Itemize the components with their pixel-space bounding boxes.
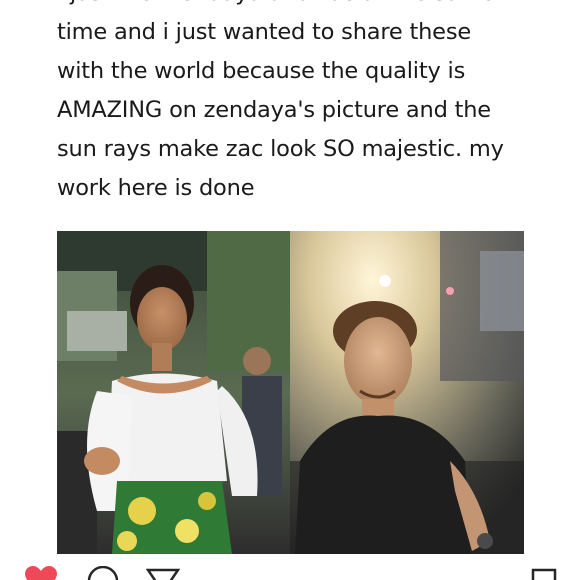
caption-line: i just met zendaya and zac at the same	[57, 0, 557, 13]
caption-line: time and i just wanted to share these	[57, 19, 471, 45]
share-icon	[146, 568, 180, 580]
like-button[interactable]	[24, 566, 58, 580]
caption-line: AMAZING on zendaya's picture and the	[57, 97, 491, 123]
photo-left-image	[57, 231, 290, 554]
action-bar	[0, 566, 580, 580]
save-button[interactable]	[530, 566, 558, 580]
share-button[interactable]	[146, 566, 180, 580]
heart-icon	[25, 566, 57, 580]
comment-button[interactable]	[86, 566, 120, 580]
instagram-post: i just met zendaya and zac at the same t…	[0, 0, 580, 580]
photo-left[interactable]	[57, 231, 290, 554]
photo-right[interactable]	[290, 231, 524, 554]
photo-right-image	[290, 231, 524, 554]
caption-line: work here is done	[57, 175, 255, 201]
caption-line: with the world because the quality is	[57, 58, 466, 84]
caption-line: sun rays make zac look SO majestic. my	[57, 136, 504, 162]
bookmark-icon	[531, 568, 557, 580]
post-caption: i just met zendaya and zac at the same t…	[57, 0, 557, 208]
comment-icon	[87, 566, 119, 580]
